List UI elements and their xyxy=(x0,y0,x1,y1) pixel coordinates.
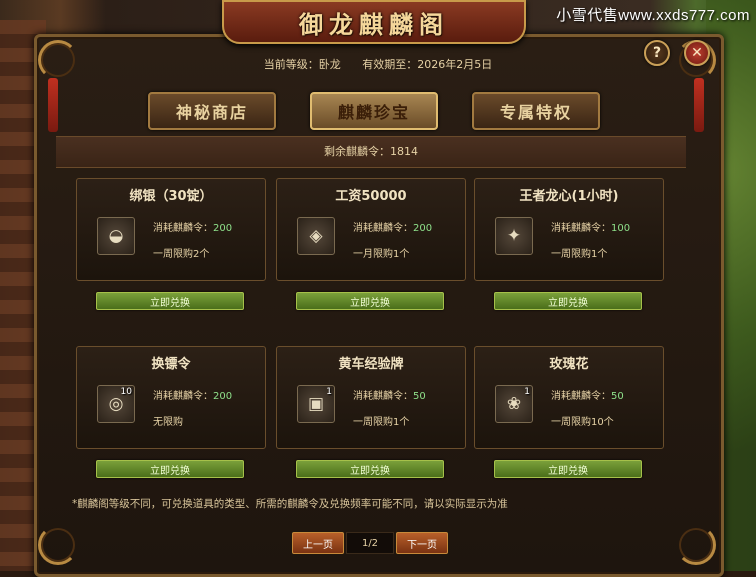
item-glyph: ❀ xyxy=(506,394,522,414)
redeem-button[interactable]: 立即兑换 xyxy=(296,460,444,478)
item-name: 黄车经验牌 xyxy=(338,357,404,372)
escort-token-icon[interactable]: ◎ 10 xyxy=(97,385,135,423)
item-cost: 消耗麒麟令：100 xyxy=(551,223,631,234)
title-plaque: 御龙麒麟阁 xyxy=(222,0,526,44)
redeem-button[interactable]: 立即兑换 xyxy=(494,292,642,310)
gold-stack-icon[interactable]: ◈ xyxy=(297,217,335,255)
item-limit: 一周限购2个 xyxy=(153,249,210,260)
item-name: 换镖令 xyxy=(151,357,191,372)
redeem-button[interactable]: 立即兑换 xyxy=(96,292,244,310)
item-glyph: ▣ xyxy=(307,394,325,414)
watermark-text: 小雪代售www.xxds777.com xyxy=(556,7,750,24)
item-limit: 无限购 xyxy=(153,417,183,428)
item-glyph: ✦ xyxy=(506,226,522,246)
item-cost: 消耗麒麟令：200 xyxy=(353,223,433,234)
page-indicator: 1/2 xyxy=(346,532,394,554)
lantern-decoration xyxy=(48,78,58,132)
item-cost: 消耗麒麟令：50 xyxy=(353,391,426,402)
item-glyph: ◈ xyxy=(309,226,323,246)
item-limit: 一周限购1个 xyxy=(551,249,608,260)
tab-qilin-treasure[interactable]: 麒麟珍宝 xyxy=(310,92,438,130)
yellow-cart-icon[interactable]: ▣ 1 xyxy=(297,385,335,423)
item-cost: 消耗麒麟令：200 xyxy=(153,223,233,234)
item-glyph: ◎ xyxy=(108,394,124,414)
item-card: 黄车经验牌 ▣ 1 消耗麒麟令：50 一周限购1个 xyxy=(276,346,466,449)
status-row: 当前等级：卧龙 有效期至：2026年2月5日 xyxy=(0,56,756,72)
item-limit: 一周限购1个 xyxy=(353,417,410,428)
dialog-title: 御龙麒麟阁 xyxy=(299,9,449,39)
item-name: 王者龙心(1小时) xyxy=(519,189,619,204)
item-quantity: 10 xyxy=(120,387,132,397)
lantern-decoration xyxy=(694,78,704,132)
corner-ornament xyxy=(38,525,78,565)
tab-mystery-shop[interactable]: 神秘商店 xyxy=(148,92,276,130)
item-cost: 消耗麒麟令：50 xyxy=(551,391,624,402)
current-level: 当前等级：卧龙 xyxy=(263,58,341,71)
item-cost: 消耗麒麟令：200 xyxy=(153,391,233,402)
item-limit: 一月限购1个 xyxy=(353,249,410,260)
redeem-button[interactable]: 立即兑换 xyxy=(296,292,444,310)
item-name: 绑银（30锭） xyxy=(129,189,213,204)
prev-page-button[interactable]: 上一页 xyxy=(292,532,344,554)
expiry-date: 有效期至：2026年2月5日 xyxy=(362,58,493,71)
item-quantity: 1 xyxy=(524,387,530,397)
tab-exclusive-privilege[interactable]: 专属特权 xyxy=(472,92,600,130)
rose-icon[interactable]: ❀ 1 xyxy=(495,385,533,423)
corner-ornament xyxy=(676,525,716,565)
pagination: 上一页 1/2 下一页 xyxy=(292,532,448,554)
item-card: 绑银（30锭） ◒ 消耗麒麟令：200 一周限购2个 xyxy=(76,178,266,281)
item-quantity: 1 xyxy=(326,387,332,397)
silver-ingot-icon[interactable]: ◒ xyxy=(97,217,135,255)
item-card: 换镖令 ◎ 10 消耗麒麟令：200 无限购 xyxy=(76,346,266,449)
footnote-text: *麒麟阁等级不同，可兑换道具的类型、所需的麒麟令及兑换频率可能不同，请以实际显示… xyxy=(72,498,508,510)
redeem-button[interactable]: 立即兑换 xyxy=(494,460,642,478)
tab-bar: 神秘商店 麒麟珍宝 专属特权 xyxy=(148,92,602,130)
remaining-tokens: 剩余麒麟令：1814 xyxy=(56,136,686,168)
item-card: 玫瑰花 ❀ 1 消耗麒麟令：50 一周限购10个 xyxy=(474,346,664,449)
item-grid: 绑银（30锭） ◒ 消耗麒麟令：200 一周限购2个 立即兑换 工资50000 … xyxy=(76,178,664,488)
redeem-button[interactable]: 立即兑换 xyxy=(96,460,244,478)
dragon-heart-icon[interactable]: ✦ xyxy=(495,217,533,255)
item-name: 玫瑰花 xyxy=(549,357,589,372)
item-card: 工资50000 ◈ 消耗麒麟令：200 一月限购1个 xyxy=(276,178,466,281)
item-glyph: ◒ xyxy=(108,226,124,246)
item-name: 工资50000 xyxy=(335,189,407,204)
next-page-button[interactable]: 下一页 xyxy=(396,532,448,554)
item-card: 王者龙心(1小时) ✦ 消耗麒麟令：100 一周限购1个 xyxy=(474,178,664,281)
item-limit: 一周限购10个 xyxy=(551,417,614,428)
